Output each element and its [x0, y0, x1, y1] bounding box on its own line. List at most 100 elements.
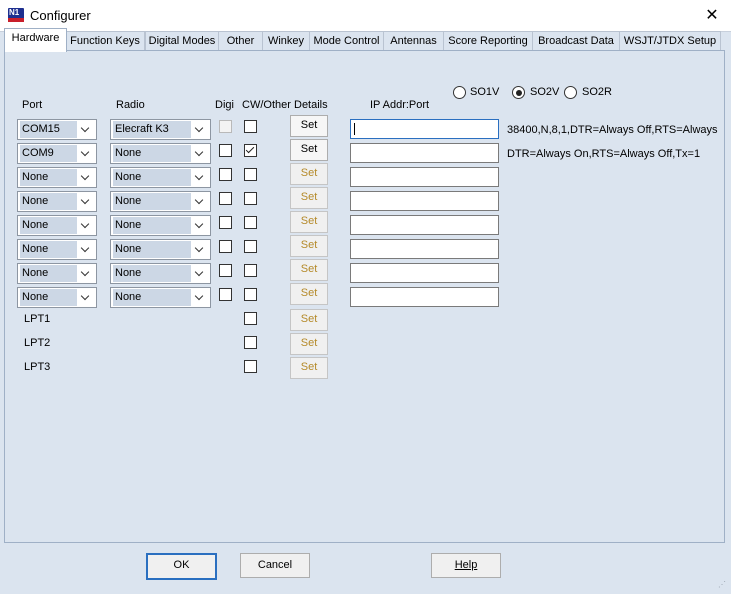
tab-score-reporting[interactable]: Score Reporting: [443, 31, 533, 51]
radio-label-so2r[interactable]: SO2R: [582, 86, 612, 98]
chevron-down-icon[interactable]: [192, 145, 208, 162]
digi-checkbox[interactable]: [219, 192, 232, 205]
tab-winkey[interactable]: Winkey: [262, 31, 310, 51]
chevron-down-icon[interactable]: [192, 265, 208, 282]
chevron-down-icon[interactable]: [78, 169, 94, 186]
tab-antennas[interactable]: Antennas: [383, 31, 444, 51]
set-button[interactable]: Set: [290, 163, 328, 185]
resize-grip-icon[interactable]: ⋰: [718, 580, 728, 590]
set-button[interactable]: Set: [290, 211, 328, 233]
chevron-down-icon[interactable]: [192, 193, 208, 210]
port-value: None: [20, 217, 77, 234]
ip-address-input[interactable]: [350, 191, 499, 211]
digi-checkbox[interactable]: [219, 240, 232, 253]
port-value: None: [20, 193, 77, 210]
set-button[interactable]: Set: [290, 139, 328, 161]
radio-so1v[interactable]: [453, 86, 466, 99]
cw-other-checkbox[interactable]: [244, 120, 257, 133]
radio-select[interactable]: None: [110, 215, 211, 236]
cancel-button[interactable]: Cancel: [240, 553, 310, 578]
cw-other-checkbox[interactable]: [244, 312, 257, 325]
set-button[interactable]: Set: [290, 115, 328, 137]
set-button[interactable]: Set: [290, 259, 328, 281]
chevron-down-icon[interactable]: [192, 289, 208, 306]
radio-value: None: [113, 169, 191, 186]
cw-other-checkbox[interactable]: [244, 264, 257, 277]
cw-other-checkbox[interactable]: [244, 168, 257, 181]
port-details-text: DTR=Always On,RTS=Always Off,Tx=1: [507, 148, 701, 160]
radio-value: Elecraft K3: [113, 121, 191, 138]
radio-so2r[interactable]: [564, 86, 577, 99]
cw-other-checkbox[interactable]: [244, 216, 257, 229]
cw-other-checkbox[interactable]: [244, 360, 257, 373]
tab-mode-control[interactable]: Mode Control: [309, 31, 384, 51]
chevron-down-icon[interactable]: [192, 241, 208, 258]
digi-checkbox[interactable]: [219, 216, 232, 229]
chevron-down-icon[interactable]: [192, 217, 208, 234]
digi-checkbox[interactable]: [219, 264, 232, 277]
port-select[interactable]: None: [17, 287, 97, 308]
radio-so2v[interactable]: [512, 86, 525, 99]
radio-value: None: [113, 217, 191, 234]
port-select[interactable]: COM15: [17, 119, 97, 140]
set-button[interactable]: Set: [290, 357, 328, 379]
radio-select[interactable]: Elecraft K3: [110, 119, 211, 140]
ip-address-input[interactable]: [350, 119, 499, 139]
radio-label-so2v[interactable]: SO2V: [530, 86, 559, 98]
ip-address-input[interactable]: [350, 263, 499, 283]
ip-address-input[interactable]: [350, 167, 499, 187]
chevron-down-icon[interactable]: [192, 169, 208, 186]
close-icon[interactable]: ✕: [703, 5, 721, 25]
ip-address-input[interactable]: [350, 143, 499, 163]
tab-function-keys[interactable]: Function Keys: [65, 31, 145, 51]
chevron-down-icon[interactable]: [78, 121, 94, 138]
port-select[interactable]: None: [17, 263, 97, 284]
tab-digital-modes[interactable]: Digital Modes: [145, 31, 219, 51]
chevron-down-icon[interactable]: [78, 241, 94, 258]
chevron-down-icon[interactable]: [78, 265, 94, 282]
chevron-down-icon[interactable]: [78, 145, 94, 162]
chevron-down-icon[interactable]: [78, 289, 94, 306]
port-value: COM9: [20, 145, 77, 162]
radio-label-so1v[interactable]: SO1V: [470, 86, 499, 98]
chevron-down-icon[interactable]: [78, 217, 94, 234]
set-button[interactable]: Set: [290, 333, 328, 355]
radio-select[interactable]: None: [110, 191, 211, 212]
radio-select[interactable]: None: [110, 143, 211, 164]
port-select[interactable]: None: [17, 191, 97, 212]
digi-checkbox[interactable]: [219, 144, 232, 157]
ip-address-input[interactable]: [350, 287, 499, 307]
ok-button[interactable]: OK: [146, 553, 217, 580]
cw-other-checkbox[interactable]: [244, 240, 257, 253]
radio-select[interactable]: None: [110, 167, 211, 188]
ip-header: IP Addr:Port: [370, 99, 430, 111]
port-select[interactable]: COM9: [17, 143, 97, 164]
help-button[interactable]: Help: [431, 553, 501, 578]
ip-address-input[interactable]: [350, 215, 499, 235]
tab-hardware[interactable]: Hardware: [4, 28, 67, 52]
chevron-down-icon[interactable]: [78, 193, 94, 210]
cw-other-checkbox[interactable]: [244, 336, 257, 349]
set-button[interactable]: Set: [290, 187, 328, 209]
digi-checkbox[interactable]: [219, 288, 232, 301]
port-select[interactable]: None: [17, 167, 97, 188]
cw-other-checkbox[interactable]: [244, 288, 257, 301]
tab-broadcast-data[interactable]: Broadcast Data: [532, 31, 620, 51]
port-select[interactable]: None: [17, 215, 97, 236]
set-button[interactable]: Set: [290, 309, 328, 331]
cw-other-checkbox[interactable]: [244, 144, 257, 157]
set-button[interactable]: Set: [290, 283, 328, 305]
radio-select[interactable]: None: [110, 263, 211, 284]
tab-other[interactable]: Other: [218, 31, 263, 51]
set-button[interactable]: Set: [290, 235, 328, 257]
radio-value: None: [113, 289, 191, 306]
digi-checkbox[interactable]: [219, 168, 232, 181]
port-select[interactable]: None: [17, 239, 97, 260]
digi-checkbox[interactable]: [219, 120, 232, 133]
radio-select[interactable]: None: [110, 239, 211, 260]
cw-other-checkbox[interactable]: [244, 192, 257, 205]
tab-wsjt-jtdx-setup[interactable]: WSJT/JTDX Setup: [619, 31, 721, 51]
ip-address-input[interactable]: [350, 239, 499, 259]
chevron-down-icon[interactable]: [192, 121, 208, 138]
radio-select[interactable]: None: [110, 287, 211, 308]
